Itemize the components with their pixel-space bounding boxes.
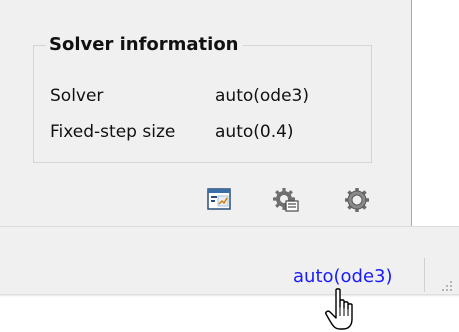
solver-status-link[interactable]: auto(ode3) (293, 265, 393, 289)
panel-divider (411, 0, 412, 226)
fixed-step-size-label: Fixed-step size (50, 122, 176, 142)
solver-label: Solver (50, 86, 104, 106)
configuration-gear-icon[interactable] (343, 186, 371, 214)
model-explorer-icon[interactable] (205, 186, 233, 214)
solver-info-window: Solver information Solver auto(ode3) Fix… (0, 0, 459, 332)
solver-info-title: Solver information (46, 33, 243, 57)
solver-value: auto(ode3) (215, 86, 309, 106)
status-separator (424, 258, 425, 292)
hand-cursor-icon (322, 287, 364, 332)
resize-grip-icon[interactable] (440, 276, 454, 291)
status-bar-shadow (0, 294, 459, 297)
solver-settings-icon[interactable] (273, 186, 301, 214)
fixed-step-size-value: auto(0.4) (215, 122, 294, 142)
